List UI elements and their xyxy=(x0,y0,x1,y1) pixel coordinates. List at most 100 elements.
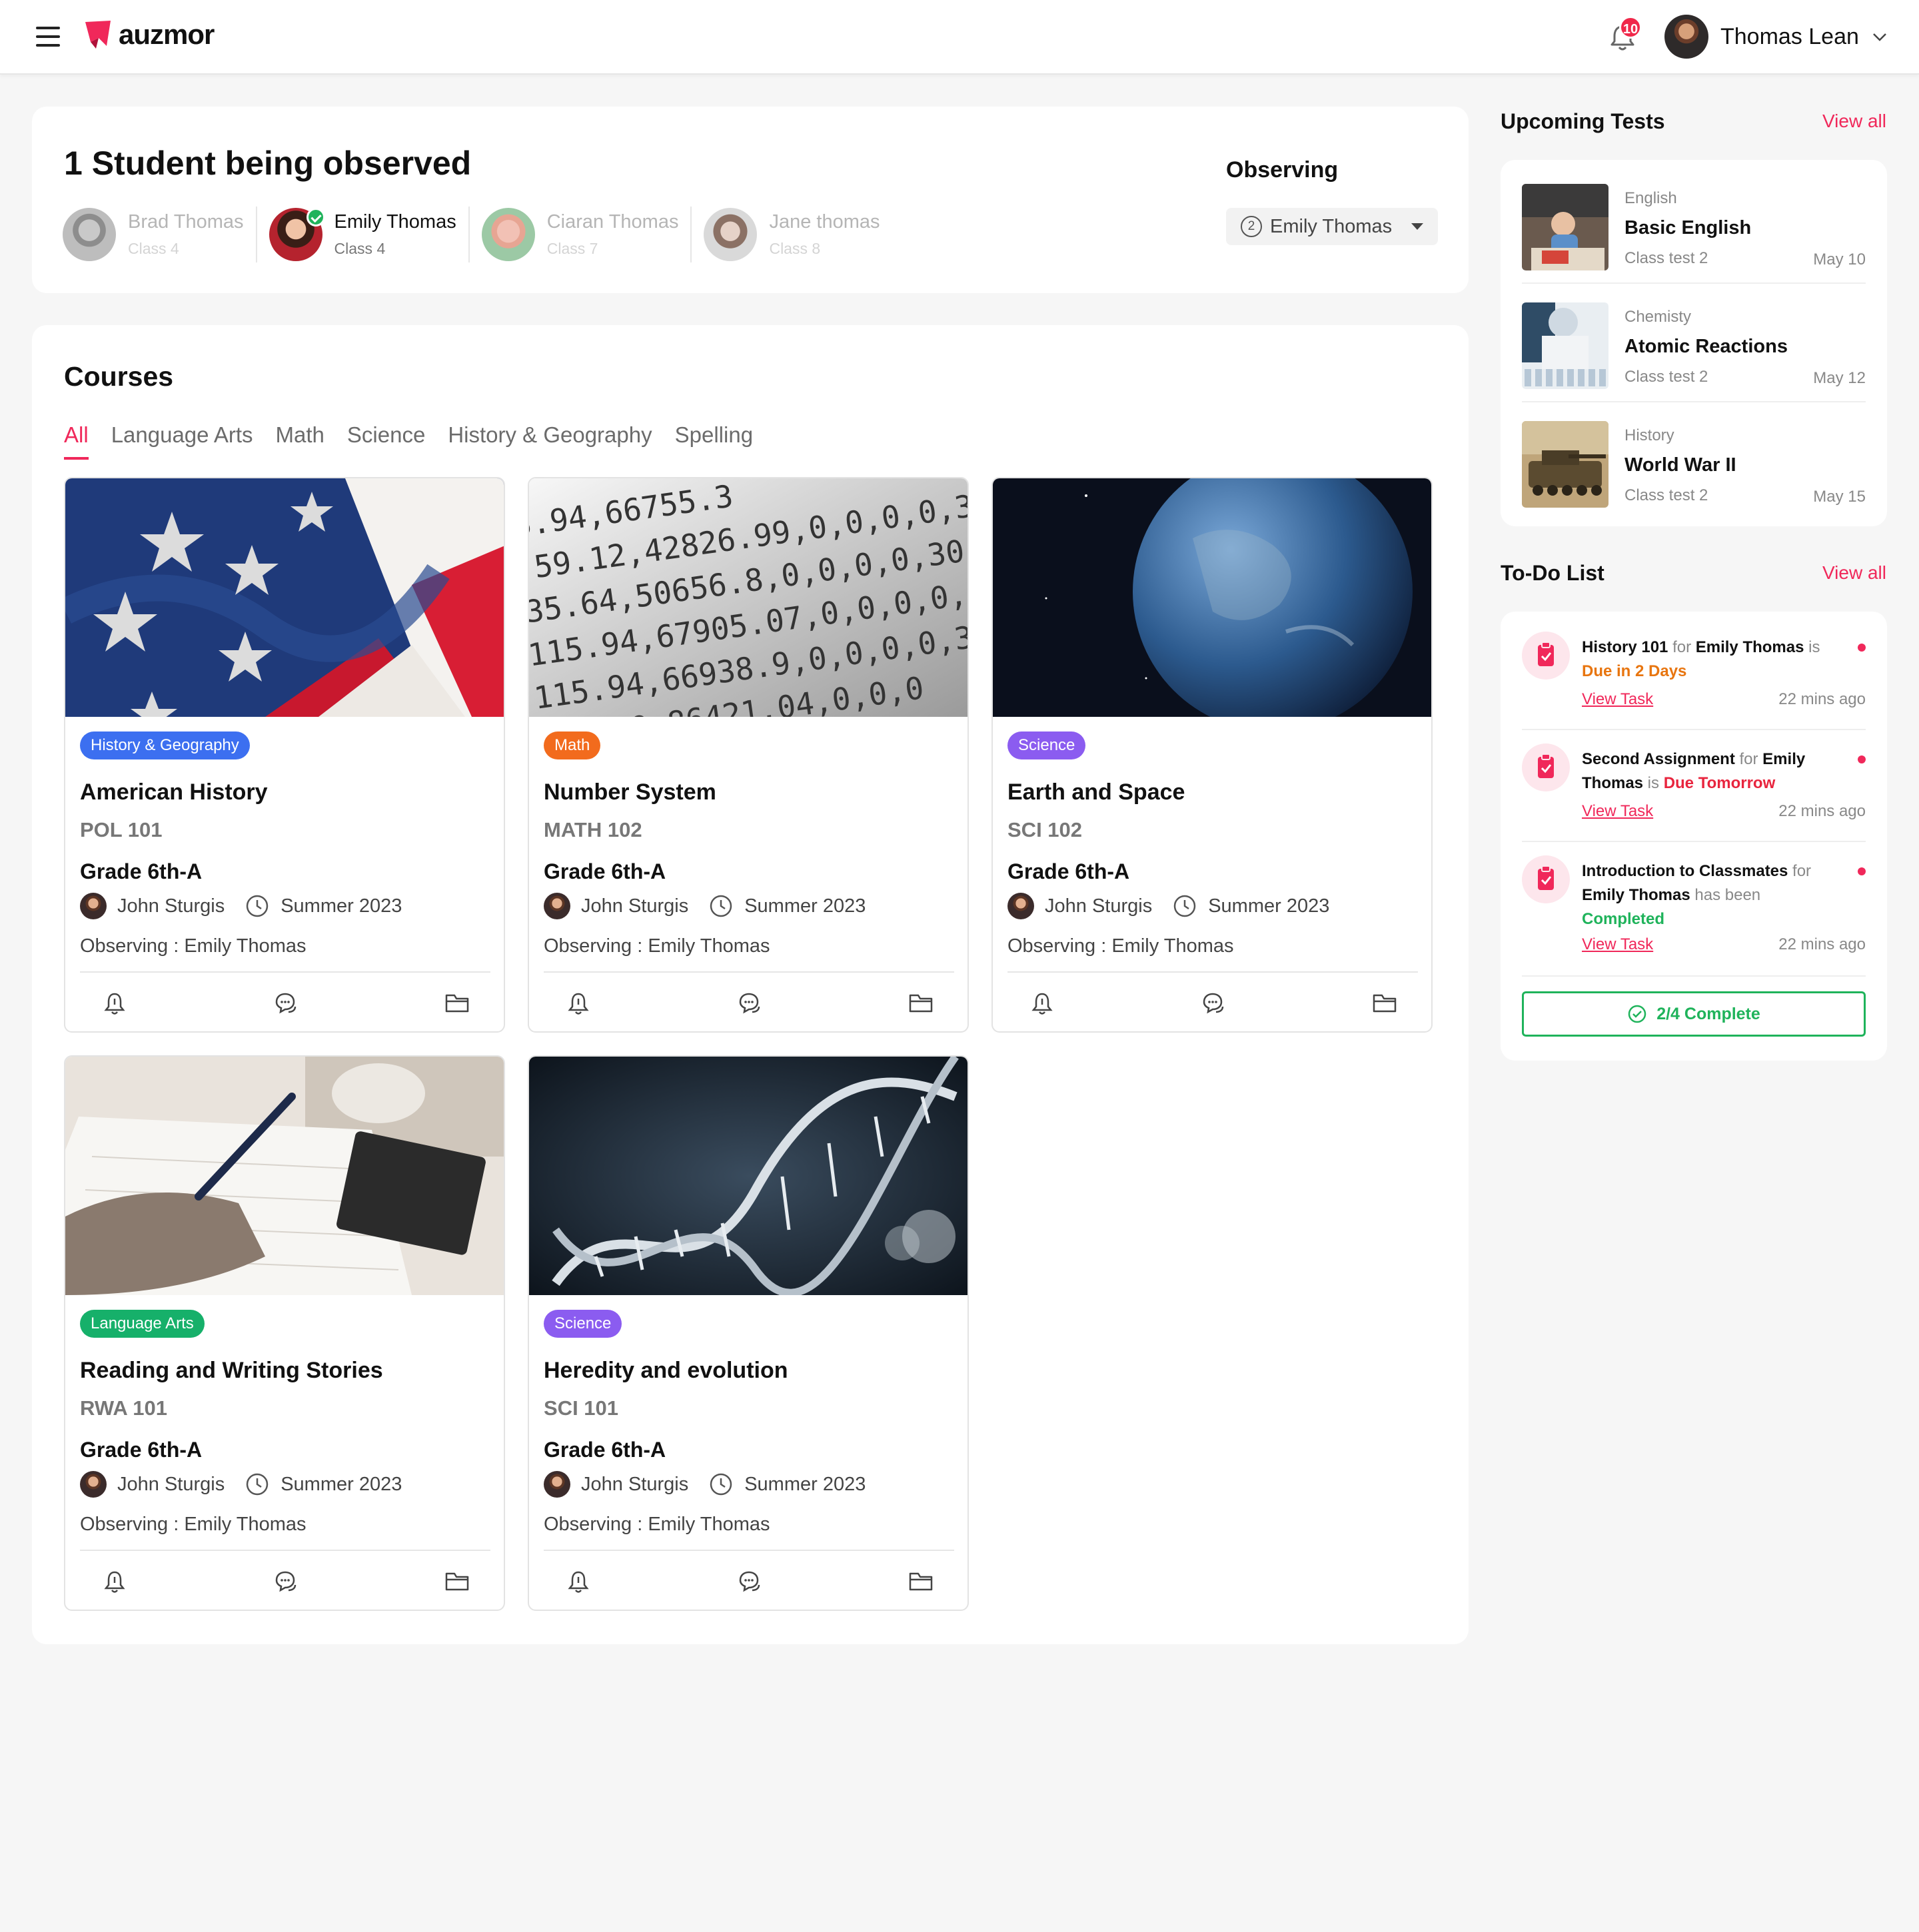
completion-progress-button[interactable]: 2/4 Complete xyxy=(1522,991,1866,1037)
course-term: Summer 2023 xyxy=(744,895,866,917)
view-task-link[interactable]: View Task xyxy=(1582,802,1653,821)
chat-bubbles-icon[interactable] xyxy=(736,1568,763,1595)
student-name: Emily Thomas xyxy=(334,211,456,233)
folder-icon[interactable] xyxy=(908,990,934,1017)
course-card[interactable]: History & Geography American History POL… xyxy=(64,477,505,1033)
todo-item: Introduction to Classmates for Emily Tho… xyxy=(1522,835,1866,969)
course-actions xyxy=(993,985,1431,1025)
completion-label: 2/4 Complete xyxy=(1656,1004,1760,1023)
course-code: POL 101 xyxy=(80,818,163,841)
course-observing: Observing : Emily Thomas xyxy=(544,1514,770,1535)
alarm-bell-icon[interactable] xyxy=(1029,990,1055,1017)
course-card[interactable]: Science Earth and Space SCI 102 Grade 6t… xyxy=(991,477,1433,1033)
avatar xyxy=(63,208,116,261)
tab-spelling[interactable]: Spelling xyxy=(675,422,753,460)
course-card[interactable]: Language Arts Reading and Writing Storie… xyxy=(64,1055,505,1611)
todo-connector: is xyxy=(1804,638,1820,656)
course-title: Earth and Space xyxy=(1007,779,1185,805)
tab-history-geography[interactable]: History & Geography xyxy=(448,422,652,460)
tab-language-arts[interactable]: Language Arts xyxy=(111,422,253,460)
clock-icon xyxy=(246,1473,269,1496)
alarm-bell-icon[interactable] xyxy=(565,1568,592,1595)
todo-connector: for xyxy=(1668,638,1696,656)
course-title: Number System xyxy=(544,779,716,805)
student-class: Class 4 xyxy=(334,240,386,257)
todo-text: Second Assignment for Emily Thomas is Du… xyxy=(1582,747,1835,795)
folder-icon[interactable] xyxy=(444,1568,470,1595)
observing-label: Observing xyxy=(1226,157,1339,183)
folder-icon[interactable] xyxy=(444,990,470,1017)
student-class: Class 7 xyxy=(546,240,598,257)
course-grade: Grade 6th-A xyxy=(544,859,666,883)
alarm-bell-icon[interactable] xyxy=(101,990,128,1017)
course-observing: Observing : Emily Thomas xyxy=(544,935,770,957)
todo-text: History 101 for Emily Thomas is Due in 2… xyxy=(1582,636,1835,684)
course-term: Summer 2023 xyxy=(281,1473,402,1495)
student-item[interactable]: Brad Thomas Class 4 xyxy=(63,207,257,262)
divider xyxy=(80,1550,490,1551)
course-title: American History xyxy=(80,779,268,805)
alarm-bell-icon[interactable] xyxy=(101,1568,128,1595)
chat-bubbles-icon[interactable] xyxy=(273,1568,299,1595)
course-grade: Grade 6th-A xyxy=(1007,859,1130,883)
observing-select[interactable]: 2 Emily Thomas xyxy=(1226,208,1438,245)
avatar xyxy=(269,208,325,261)
course-code: RWA 101 xyxy=(80,1396,167,1420)
tab-math[interactable]: Math xyxy=(276,422,324,460)
count-badge: 2 xyxy=(1241,216,1262,237)
teacher-name: John Sturgis xyxy=(581,1473,689,1495)
view-task-link[interactable]: View Task xyxy=(1582,935,1653,954)
course-tag: Math xyxy=(544,731,601,759)
course-tag: Science xyxy=(1007,731,1086,759)
view-task-link[interactable]: View Task xyxy=(1582,690,1653,709)
todo-item: Second Assignment for Emily Thomas is Du… xyxy=(1522,724,1866,837)
tab-all[interactable]: All xyxy=(64,422,89,460)
student-name: Ciaran Thomas xyxy=(546,211,679,233)
chat-bubbles-icon[interactable] xyxy=(273,990,299,1017)
todo-status: Due Tomorrow xyxy=(1663,774,1776,792)
tab-science[interactable]: Science xyxy=(347,422,425,460)
chat-bubbles-icon[interactable] xyxy=(1200,990,1227,1017)
course-tag: Science xyxy=(544,1310,622,1338)
student-class: Class 4 xyxy=(128,240,179,257)
alarm-bell-icon[interactable] xyxy=(565,990,592,1017)
course-card[interactable]: Science Heredity and evolution SCI 101 G… xyxy=(528,1055,969,1611)
course-card[interactable]: 5.94,66755.3 .59.12,42826.99,0,0,0,0,30,… xyxy=(528,477,969,1033)
student-item[interactable]: Ciaran Thomas Class 7 xyxy=(481,207,692,262)
student-item-selected[interactable]: Emily Thomas Class 4 xyxy=(269,207,470,262)
upcoming-view-all-link[interactable]: View all xyxy=(1822,111,1886,132)
avatar xyxy=(1007,893,1034,919)
upcoming-tests-title: Upcoming Tests xyxy=(1501,109,1665,133)
avatar xyxy=(704,208,758,261)
test-item[interactable]: Chemisty Atomic Reactions Class test 2 M… xyxy=(1522,297,1866,401)
logo[interactable]: auzmor xyxy=(84,19,215,51)
folder-icon[interactable] xyxy=(1371,990,1398,1017)
test-name: Basic English xyxy=(1624,217,1752,239)
chat-bubbles-icon[interactable] xyxy=(736,990,763,1017)
hamburger-icon[interactable] xyxy=(36,27,60,47)
todo-connector: for xyxy=(1734,750,1763,768)
course-image-dna xyxy=(529,1057,967,1295)
course-code: SCI 102 xyxy=(1007,818,1083,841)
course-image-flag xyxy=(65,478,504,717)
clock-icon xyxy=(246,895,269,917)
avatar xyxy=(80,893,107,919)
unread-dot xyxy=(1858,867,1866,875)
upcoming-tests-panel: English Basic English Class test 2 May 1… xyxy=(1501,160,1887,526)
test-item[interactable]: History World War II Class test 2 May 15 xyxy=(1522,416,1866,520)
test-item[interactable]: English Basic English Class test 2 May 1… xyxy=(1522,179,1866,282)
test-subject: History xyxy=(1624,426,1674,444)
todo-time: 22 mins ago xyxy=(1778,690,1866,708)
user-menu[interactable]: Thomas Lean xyxy=(1664,15,1888,59)
todo-view-all-link[interactable]: View all xyxy=(1822,562,1886,584)
course-term: Summer 2023 xyxy=(281,895,402,917)
test-name: Atomic Reactions xyxy=(1624,336,1788,357)
student-item[interactable]: Jane thomas Class 8 xyxy=(704,207,892,262)
test-subject: Chemisty xyxy=(1624,308,1692,326)
unread-dot xyxy=(1858,755,1866,763)
check-circle-icon xyxy=(1628,1005,1646,1023)
course-title: Reading and Writing Stories xyxy=(80,1358,383,1383)
observation-title: 1 Student being observed xyxy=(64,145,472,182)
folder-icon[interactable] xyxy=(908,1568,934,1595)
test-class: Class test 2 xyxy=(1624,249,1708,267)
